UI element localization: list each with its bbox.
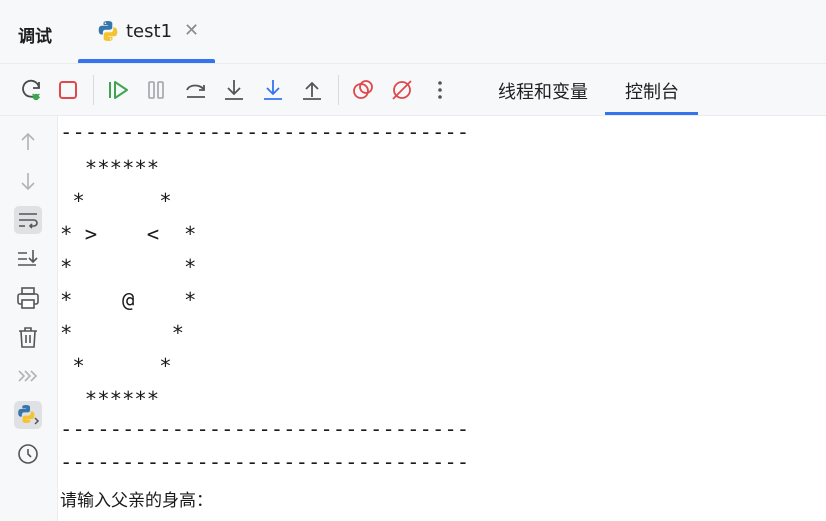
step-into-icon[interactable]	[221, 77, 247, 103]
rerun-debug-icon[interactable]	[18, 77, 44, 103]
console-line: * *	[60, 255, 197, 279]
panel-title: 调试	[18, 27, 52, 47]
tab-threads-variables[interactable]: 线程和变量	[498, 78, 588, 104]
resume-icon[interactable]	[105, 77, 131, 103]
console-output[interactable]: --------------------------------- ******…	[58, 116, 826, 521]
print-icon[interactable]	[14, 284, 42, 312]
console-line: * @ *	[60, 288, 197, 312]
input-prompt: 请输入父亲的身高：	[60, 491, 213, 511]
soft-wrap-icon[interactable]	[14, 206, 42, 234]
step-into-my-code-icon[interactable]	[260, 77, 286, 103]
console-line: * *	[60, 321, 184, 345]
trash-icon[interactable]	[14, 323, 42, 351]
step-over-icon[interactable]	[183, 77, 209, 103]
scroll-to-end-icon[interactable]	[14, 245, 42, 273]
active-tab-indicator	[78, 59, 215, 63]
up-arrow-icon[interactable]	[14, 128, 42, 156]
down-arrow-icon[interactable]	[14, 167, 42, 195]
console-line: ---------------------------------	[60, 417, 470, 441]
more-icon[interactable]	[427, 77, 453, 103]
console-side-toolbar	[0, 116, 58, 521]
toolbar-separator	[338, 75, 339, 105]
console-tab-indicator	[605, 112, 698, 115]
console-line: * > < *	[60, 222, 197, 246]
expand-chevrons-icon[interactable]	[14, 362, 42, 390]
pause-icon[interactable]	[143, 77, 169, 103]
console-line: * *	[60, 189, 172, 213]
python-icon	[96, 19, 120, 43]
history-icon[interactable]	[14, 440, 42, 468]
debug-tab-bar: 调试 test1 ✕	[0, 0, 826, 64]
toolbar-separator	[93, 75, 94, 105]
step-out-icon[interactable]	[299, 77, 325, 103]
tab-test1[interactable]: test1 ✕	[78, 0, 215, 63]
console-line: ---------------------------------	[60, 450, 470, 474]
tab-label: test1	[126, 21, 173, 42]
view-breakpoints-icon[interactable]	[350, 77, 376, 103]
console-line: ******	[60, 156, 160, 180]
console-line: ******	[60, 387, 160, 411]
debug-toolbar: 线程和变量 控制台	[0, 64, 826, 116]
console-line: * *	[60, 354, 172, 378]
stop-icon[interactable]	[55, 77, 81, 103]
python-console-icon[interactable]	[14, 401, 42, 429]
close-icon[interactable]: ✕	[184, 20, 199, 41]
mute-breakpoints-icon[interactable]	[389, 77, 415, 103]
tab-console[interactable]: 控制台	[625, 78, 679, 104]
console-line: ---------------------------------	[60, 120, 470, 144]
